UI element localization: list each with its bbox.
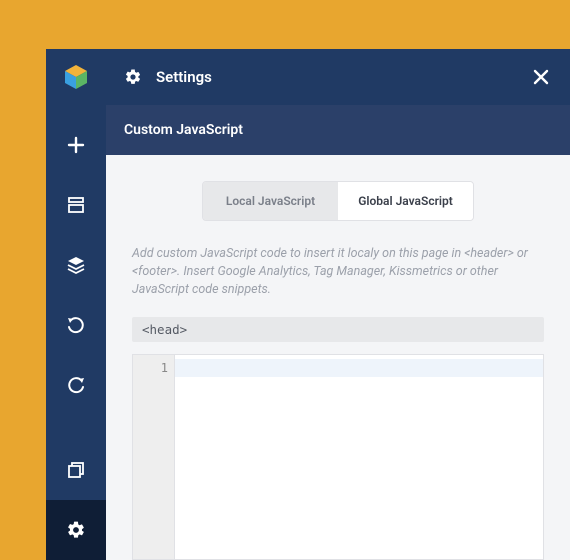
panel-header: Settings (106, 49, 570, 105)
sidebar-item-layers[interactable] (46, 235, 106, 295)
line-number: 1 (133, 359, 168, 377)
sidebar-item-template[interactable] (46, 175, 106, 235)
settings-panel: Settings Custom JavaScript Local JavaScr… (106, 49, 570, 560)
plus-icon (67, 136, 85, 154)
tab-global-javascript[interactable]: Global JavaScript (338, 182, 473, 220)
editor-gutter: 1 (133, 355, 175, 559)
close-button[interactable] (532, 68, 550, 86)
editor-code-area[interactable] (175, 355, 543, 559)
gear-icon (124, 68, 142, 86)
panel-subtitle: Custom JavaScript (124, 122, 243, 138)
sidebar-item-add[interactable] (46, 115, 106, 175)
redo-icon (66, 375, 86, 395)
panel-subheader: Custom JavaScript (106, 105, 570, 155)
script-scope-tabs: Local JavaScript Global JavaScript (202, 181, 474, 221)
tab-local-javascript[interactable]: Local JavaScript (203, 182, 338, 220)
sidebar-item-settings[interactable] (46, 500, 106, 560)
sidebar-item-redo[interactable] (46, 355, 106, 415)
description-text: Add custom JavaScript code to insert it … (132, 245, 544, 299)
panel-body: Local JavaScript Global JavaScript Add c… (106, 155, 570, 560)
code-editor[interactable]: 1 (132, 354, 544, 560)
section-tag-head: <head> (132, 317, 544, 342)
close-icon (532, 68, 550, 86)
window-restore-icon (67, 461, 85, 479)
sidebar-item-window[interactable] (46, 440, 106, 500)
undo-icon (66, 315, 86, 335)
sidebar-item-undo[interactable] (46, 295, 106, 355)
template-icon (67, 196, 85, 214)
sidebar (46, 49, 106, 560)
gear-icon (66, 520, 86, 540)
app-logo (61, 63, 91, 93)
editor-current-line-highlight (175, 359, 543, 377)
panel-title: Settings (156, 68, 532, 86)
layers-icon (66, 255, 86, 275)
app-window: Settings Custom JavaScript Local JavaScr… (46, 49, 570, 560)
